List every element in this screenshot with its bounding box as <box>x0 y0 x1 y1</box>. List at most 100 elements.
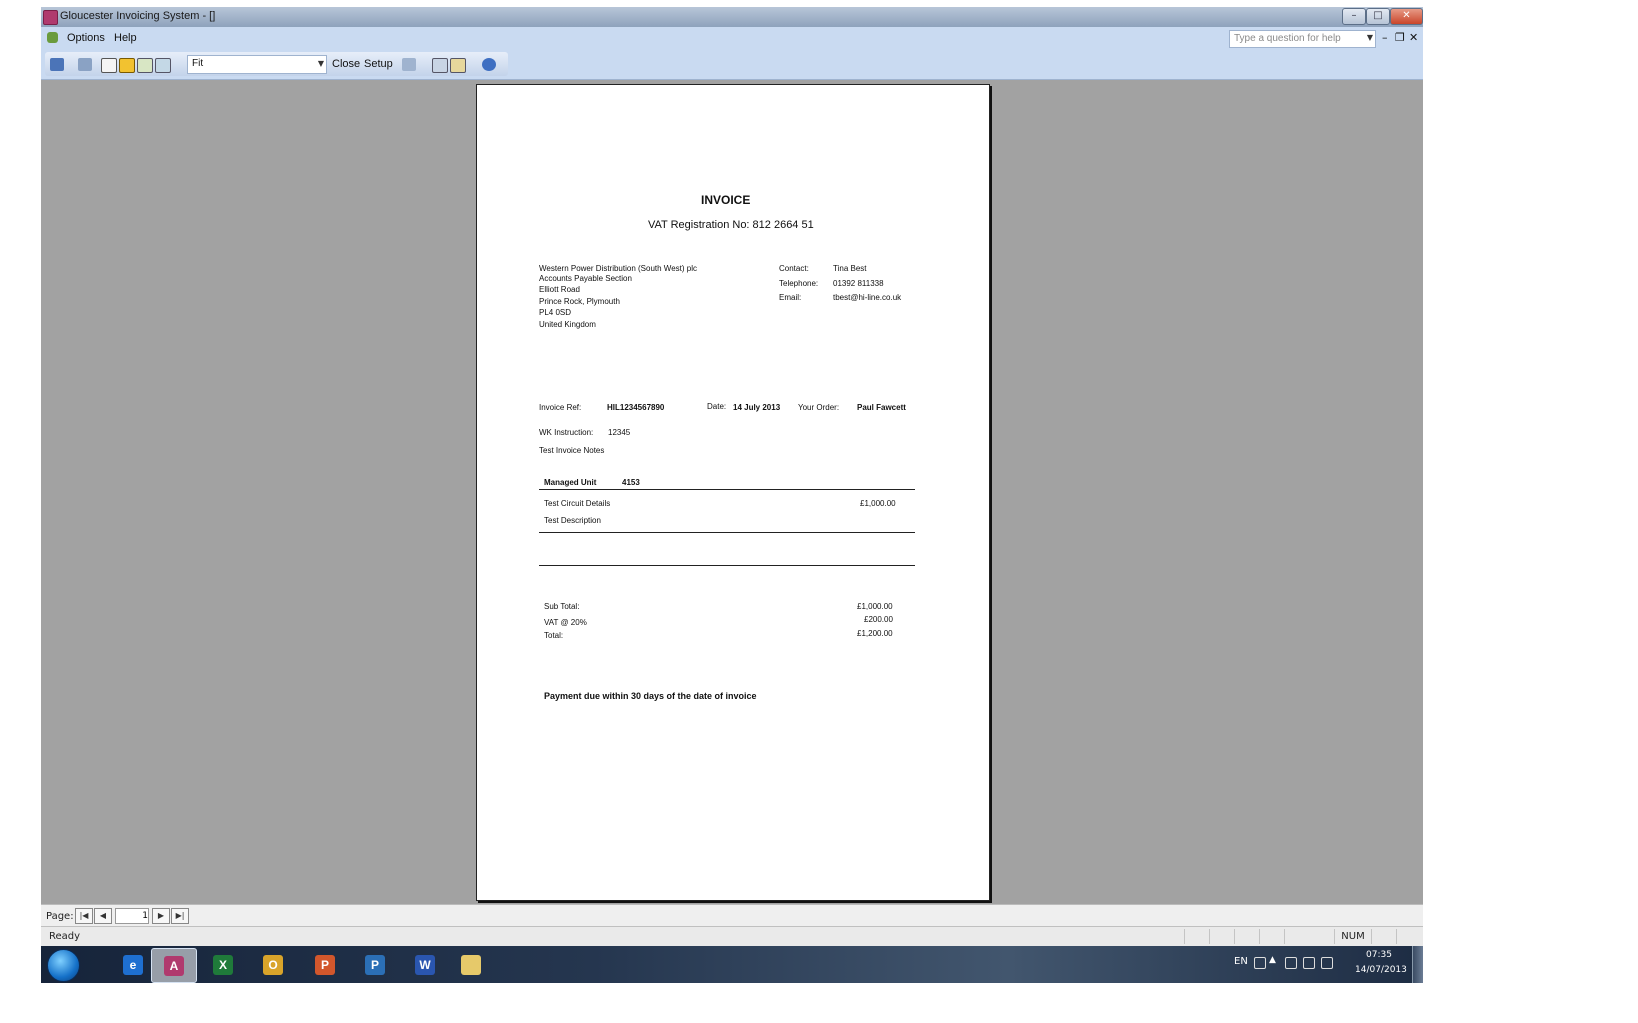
contact-label: Contact: <box>779 264 809 273</box>
outlook-icon: O <box>263 955 283 975</box>
app-menu-icon[interactable] <box>47 32 58 43</box>
invoice-heading: INVOICE <box>701 193 751 207</box>
taskbar-app-publisher[interactable]: P <box>353 948 397 981</box>
minimize-button[interactable]: – <box>1342 8 1366 25</box>
access-icon: A <box>164 956 184 976</box>
status-panel <box>1396 929 1421 944</box>
maximize-button[interactable]: □ <box>1366 8 1390 25</box>
address-line: Prince Rock, Plymouth <box>539 297 620 306</box>
powerpoint-icon: P <box>315 955 335 975</box>
status-panel <box>1234 929 1259 944</box>
address-line: United Kingdom <box>539 320 596 329</box>
your-order-value: Paul Fawcett <box>857 403 906 412</box>
invoice-ref-label: Invoice Ref: <box>539 403 582 412</box>
language-indicator[interactable]: EN <box>1234 956 1248 967</box>
subtotal-label: Sub Total: <box>544 602 580 611</box>
print-icon[interactable] <box>78 58 92 71</box>
zoom-icon[interactable] <box>101 58 117 73</box>
new-object-icon[interactable] <box>450 58 466 73</box>
chevron-down-icon[interactable]: ▼ <box>318 59 324 68</box>
next-page-button[interactable]: ▶ <box>152 908 170 924</box>
print-preview-toolbar: Fit ▼ Close Setup <box>41 49 1423 80</box>
wk-instruction-label: WK Instruction: <box>539 428 594 437</box>
contact-value: Tina Best <box>833 264 867 273</box>
telephone-label: Telephone: <box>779 279 819 288</box>
taskbar-app-powerpoint[interactable]: P <box>303 948 347 981</box>
page-navigation-bar: Page: |◀ ◀ 1 ▶ ▶| <box>41 904 1423 927</box>
office-links-icon[interactable] <box>402 58 416 71</box>
mdi-restore-button[interactable]: ❐ <box>1395 31 1405 44</box>
num-lock-indicator: NUM <box>1334 929 1371 944</box>
zoom-select[interactable]: Fit ▼ <box>187 55 327 74</box>
your-order-label: Your Order: <box>798 403 840 412</box>
chevron-down-icon[interactable]: ▼ <box>1367 33 1373 42</box>
title-bar[interactable]: Gloucester Invoicing System - [] – □ ✕ <box>41 7 1423 27</box>
access-app-icon <box>43 10 58 25</box>
taskbar-app-word[interactable]: W <box>403 948 447 981</box>
windows-taskbar: e A X O P P W EN ▲ 07:35 14/07/2013 <box>41 946 1423 983</box>
total-label: Total: <box>544 631 564 640</box>
clock-date[interactable]: 14/07/2013 <box>1355 965 1407 975</box>
vat-label: VAT @ 20% <box>544 618 587 627</box>
keyboard-icon[interactable] <box>1254 957 1266 969</box>
help-icon[interactable] <box>482 58 496 71</box>
page-setup-button[interactable]: Setup <box>364 58 393 70</box>
database-window-icon[interactable] <box>432 58 448 73</box>
window-title: Gloucester Invoicing System - [] <box>60 10 216 22</box>
last-page-button[interactable]: ▶| <box>171 908 189 924</box>
email-label: Email: <box>779 293 802 302</box>
taskbar-app-outlook[interactable]: O <box>251 948 295 981</box>
taskbar-app-excel[interactable]: X <box>201 948 245 981</box>
date-value: 14 July 2013 <box>733 403 781 412</box>
two-pages-icon[interactable] <box>137 58 153 73</box>
zoom-value: Fit <box>192 58 204 69</box>
previous-page-button[interactable]: ◀ <box>94 908 112 924</box>
publisher-icon: P <box>365 955 385 975</box>
flag-icon[interactable] <box>1285 957 1297 969</box>
status-panel <box>1259 929 1284 944</box>
page-number-input[interactable]: 1 <box>115 908 149 924</box>
desktop-screen: Gloucester Invoicing System - [] – □ ✕ O… <box>41 7 1423 983</box>
address-line: Western Power Distribution (South West) … <box>539 264 697 273</box>
network-icon[interactable] <box>1303 957 1315 969</box>
multiple-pages-icon[interactable] <box>155 58 171 73</box>
line-amount: £1,000.00 <box>860 499 896 508</box>
managed-unit-label: Managed Unit <box>544 478 597 487</box>
close-window-button[interactable]: ✕ <box>1390 8 1423 25</box>
clock-time[interactable]: 07:35 <box>1366 950 1392 960</box>
status-panel <box>1371 929 1396 944</box>
invoice-notes: Test Invoice Notes <box>539 446 605 455</box>
volume-icon[interactable] <box>1321 957 1333 969</box>
taskbar-app-internet-explorer[interactable]: e <box>111 948 155 981</box>
menu-bar: Options Help Type a question for help ▼ … <box>41 27 1423 49</box>
start-button[interactable] <box>47 949 80 982</box>
menu-help[interactable]: Help <box>114 32 137 44</box>
page-label: Page: <box>46 911 74 922</box>
address-line: Accounts Payable Section <box>539 274 632 283</box>
menu-options[interactable]: Options <box>67 32 105 44</box>
help-search-input[interactable]: Type a question for help ▼ <box>1229 30 1376 48</box>
excel-icon: X <box>213 955 233 975</box>
one-page-icon[interactable] <box>119 58 135 73</box>
status-panel <box>1284 929 1309 944</box>
mdi-close-button[interactable]: ✕ <box>1409 31 1418 44</box>
address-line: PL4 0SD <box>539 308 572 317</box>
vat-registration: VAT Registration No: 812 2664 51 <box>648 219 814 231</box>
divider <box>539 532 915 533</box>
first-page-button[interactable]: |◀ <box>75 908 93 924</box>
toolbar-strip: Fit ▼ Close Setup <box>45 52 508 76</box>
taskbar-app-access[interactable]: A <box>151 948 197 983</box>
vat-value: £200.00 <box>864 615 893 624</box>
chevron-up-icon[interactable]: ▲ <box>1269 955 1276 965</box>
taskbar-app-explorer[interactable] <box>449 948 493 981</box>
mdi-minimize-button[interactable]: – <box>1382 31 1388 44</box>
word-icon: W <box>415 955 435 975</box>
internet-explorer-icon: e <box>123 955 143 975</box>
view-icon[interactable] <box>50 58 64 71</box>
show-desktop-button[interactable] <box>1412 946 1423 983</box>
status-panel <box>1184 929 1209 944</box>
help-search-placeholder: Type a question for help <box>1234 33 1341 44</box>
invoice-report-page: INVOICE VAT Registration No: 812 2664 51… <box>476 84 990 901</box>
status-text: Ready <box>49 931 81 942</box>
close-preview-button[interactable]: Close <box>332 58 360 70</box>
